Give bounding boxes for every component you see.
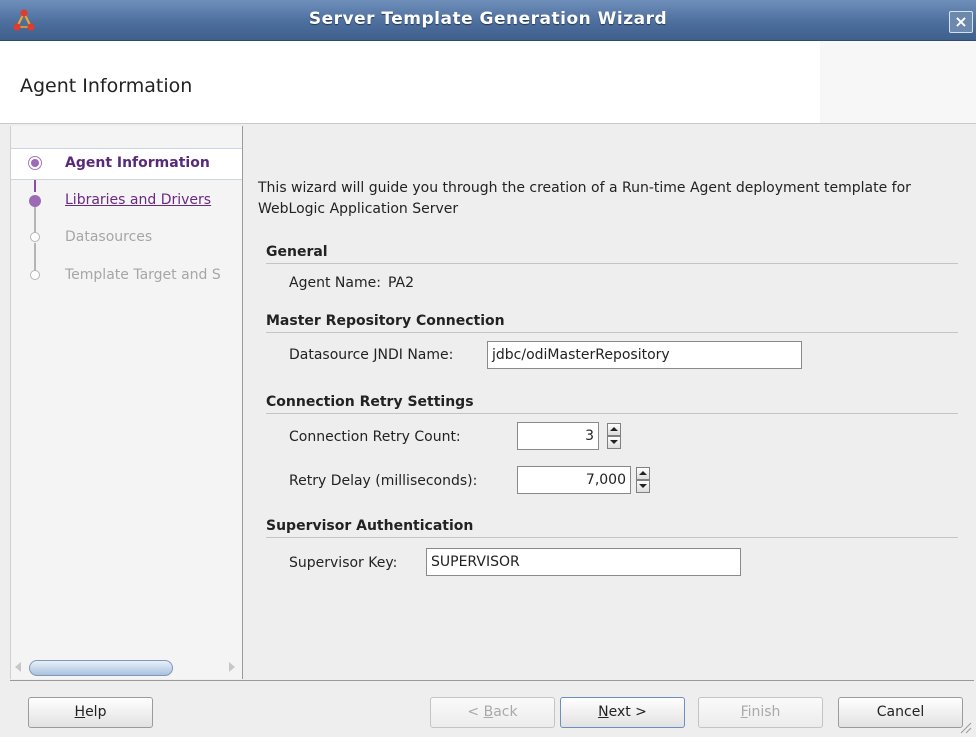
window-title: Server Template Generation Wizard — [308, 9, 668, 29]
step-dot-icon — [30, 270, 40, 280]
agent-name-value: PA2 — [388, 275, 415, 291]
retry-delay-spinner[interactable] — [636, 467, 650, 493]
step-template-target: Template Target and S — [11, 261, 242, 291]
step-dot-icon — [29, 195, 41, 207]
step-datasources: Datasources — [11, 223, 242, 253]
retry-count-spinner[interactable] — [607, 423, 621, 449]
back-prefix: < — [467, 704, 484, 720]
page-title: Agent Information — [20, 75, 193, 97]
help-mnemonic: H — [74, 704, 86, 720]
step-libraries-and-drivers[interactable]: Libraries and Drivers — [11, 186, 242, 216]
wizard-steps-panel: Agent Information Libraries and Drivers … — [10, 126, 243, 679]
section-title-retry-settings: Connection Retry Settings — [266, 394, 474, 410]
scroll-thumb[interactable] — [29, 660, 173, 676]
section-divider — [266, 332, 958, 333]
supervisor-key-label: Supervisor Key: — [289, 555, 398, 571]
window-titlebar[interactable]: Server Template Generation Wizard × — [0, 0, 976, 41]
agent-name-label: Agent Name: — [289, 275, 381, 291]
footer-divider — [10, 680, 974, 681]
back-button[interactable]: < Back — [430, 697, 555, 728]
section-divider — [266, 537, 958, 538]
datasource-jndi-input[interactable]: jdbc/odiMasterRepository — [487, 341, 802, 369]
step-label: Agent Information — [65, 155, 210, 171]
datasource-jndi-label: Datasource JNDI Name: — [289, 347, 454, 363]
section-divider — [266, 413, 958, 414]
back-label: ack — [493, 704, 518, 720]
next-label: ext > — [608, 704, 647, 720]
step-agent-information[interactable]: Agent Information — [11, 148, 242, 180]
section-title-master-repository: Master Repository Connection — [266, 313, 505, 329]
retry-delay-label: Retry Delay (milliseconds): — [289, 473, 478, 489]
step-label: Template Target and S — [65, 267, 221, 283]
resize-grip-icon[interactable] — [958, 720, 972, 734]
section-divider — [266, 263, 958, 264]
back-mnemonic: B — [483, 704, 494, 720]
close-button[interactable]: × — [949, 11, 973, 33]
wizard-content: This wizard will guide you through the c… — [242, 126, 976, 679]
finish-mnemonic: F — [740, 704, 748, 720]
step-label: Datasources — [65, 229, 153, 245]
finish-button[interactable]: Finish — [698, 697, 823, 728]
retry-count-input[interactable]: 3 — [517, 422, 599, 450]
step-label: Libraries and Drivers — [65, 192, 212, 208]
close-icon: × — [954, 12, 968, 31]
cancel-button[interactable]: Cancel — [838, 697, 963, 728]
spin-up-icon[interactable] — [636, 467, 650, 480]
scroll-left-arrow-icon[interactable] — [15, 662, 21, 672]
section-title-general: General — [266, 244, 328, 260]
wizard-header: Agent Information — [0, 41, 976, 124]
supervisor-key-input[interactable]: SUPERVISOR — [426, 548, 741, 576]
step-dot-icon — [30, 232, 40, 242]
steps-horizontal-scrollbar[interactable] — [11, 659, 242, 677]
retry-count-label: Connection Retry Count: — [289, 429, 461, 445]
retry-delay-input[interactable]: 7,000 — [517, 466, 631, 494]
help-label: elp — [85, 704, 107, 720]
next-mnemonic: N — [598, 704, 609, 720]
finish-label: inish — [747, 704, 781, 720]
intro-text: This wizard will guide you through the c… — [258, 180, 911, 217]
spin-up-icon[interactable] — [607, 423, 621, 436]
spin-down-icon[interactable] — [636, 480, 650, 493]
scroll-right-arrow-icon[interactable] — [229, 662, 235, 672]
steps-list: Agent Information Libraries and Drivers … — [11, 126, 242, 646]
current-step-icon — [28, 156, 42, 170]
help-button[interactable]: Help — [28, 697, 153, 728]
section-title-supervisor-auth: Supervisor Authentication — [266, 518, 474, 534]
next-button[interactable]: Next > — [560, 697, 685, 728]
spin-down-icon[interactable] — [607, 436, 621, 449]
